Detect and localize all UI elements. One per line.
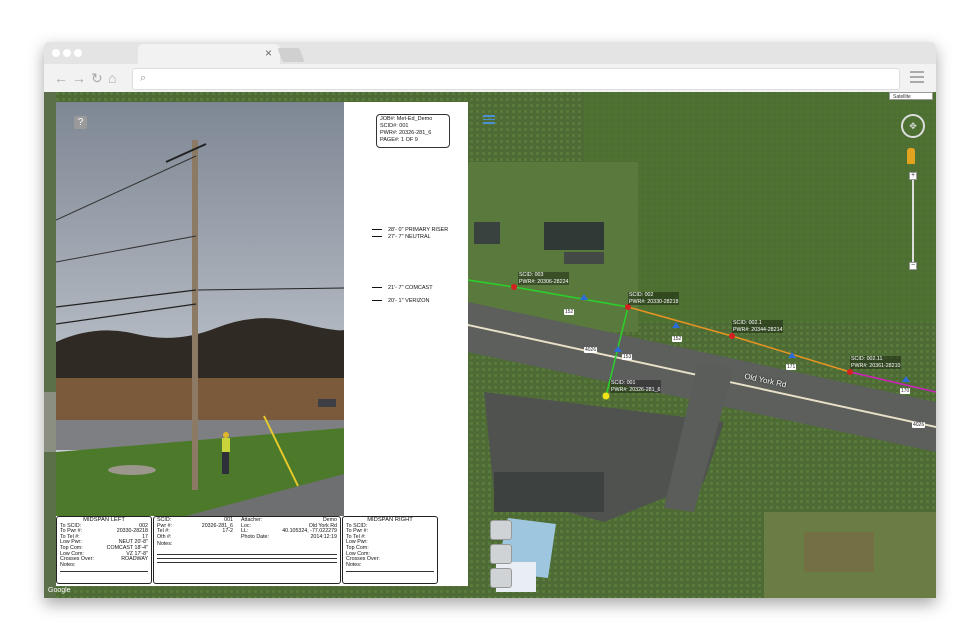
refresh-button[interactable] — [490, 568, 512, 588]
home-icon[interactable]: ⌂ — [108, 70, 116, 86]
map-pole-label[interactable]: SCID: 003 PWR#: 20306-28224 — [518, 272, 570, 285]
locate-button[interactable] — [490, 544, 512, 564]
pole-pwr: PWR#: 20330-28218 — [629, 298, 679, 305]
attachment-label: 27'- 7" NEUTRAL — [372, 234, 431, 240]
tab-bar: × — [44, 42, 936, 64]
google-logo: Google — [48, 587, 71, 594]
route-shield: 4026 — [912, 422, 926, 428]
address-bar[interactable]: ⌕ — [132, 68, 900, 90]
window-minimize-dot[interactable] — [63, 49, 71, 57]
map-pole-label[interactable]: SCID: 002.1 PWR#: 20344-28214 — [732, 320, 784, 333]
midspan-left-box: MIDSPAN LEFT To SCID: 002 To Pwr #: 20330-… — [56, 516, 152, 584]
forward-icon[interactable]: → — [72, 70, 86, 86]
app-viewport: Old York Rd 4026 4026 152 152 171 170 15… — [44, 92, 936, 598]
pole-pwr: PWR#: 20306-28224 — [519, 278, 569, 285]
help-button[interactable]: ? — [74, 116, 87, 129]
attachment-label: 20'- 1" VERIZON — [372, 298, 430, 304]
window-close-dot[interactable] — [52, 49, 60, 57]
pole-detail-panel: ? JOB#: Met-Ed_Demo SCID#: 001 PWR#: 203… — [56, 102, 495, 586]
pole-number-tag: 152 — [564, 309, 575, 315]
pole-photo — [56, 102, 344, 516]
job-page: PAGE#: 1 OF 9 — [380, 137, 418, 143]
job-info-box: JOB#: Met-Ed_Demo SCID#: 001 PWR#: 20326… — [376, 114, 450, 148]
attachment-label: 21'- 7" COMCAST — [372, 285, 433, 291]
tab-close-icon[interactable]: × — [265, 46, 272, 60]
pole-pwr: PWR#: 20361-28210 — [851, 362, 901, 369]
job-number: JOB#: Met-Ed_Demo — [380, 116, 433, 122]
pole-info-box: SCID: 001 Pwr #: 20326-281_6 Tel #: 17-2 Ot… — [153, 516, 341, 584]
reload-icon[interactable]: ↻ — [91, 70, 103, 87]
attachment-label: 28'- 0" PRIMARY RISER — [372, 227, 448, 233]
map-pole-label[interactable]: SCID: 001 PWR#: 20326-281_6 — [610, 380, 662, 393]
pole-pwr: PWR#: 20344-28214 — [733, 326, 783, 333]
zoom-slider-track[interactable] — [912, 180, 914, 262]
pole-pwr: PWR#: 20326-281_6 — [611, 386, 661, 393]
browser-menu-icon[interactable] — [910, 71, 924, 83]
zoom-control: + − — [909, 172, 917, 270]
pole-number-tag: 153 — [622, 354, 633, 360]
panel-menu-icon[interactable] — [483, 115, 495, 124]
pole-number-tag: 170 — [900, 388, 911, 394]
notes-label: Notes: — [157, 541, 173, 548]
zoom-in-button[interactable]: + — [909, 172, 917, 180]
zoom-out-button[interactable]: − — [909, 262, 917, 270]
print-button[interactable] — [490, 520, 512, 540]
window-maximize-dot[interactable] — [74, 49, 82, 57]
map-pole-label[interactable]: SCID: 002.11 PWR#: 20361-28210 — [850, 356, 902, 369]
new-tab-button[interactable] — [277, 48, 305, 62]
job-pwr: PWR#: 20326-281_6 — [380, 130, 432, 136]
browser-tab[interactable]: × — [138, 44, 280, 64]
street-view-pegman-icon[interactable] — [907, 148, 915, 164]
route-shield: 4026 — [584, 347, 598, 353]
pole-number-tag: 171 — [786, 364, 797, 370]
back-icon[interactable]: ← — [54, 70, 68, 86]
midspan-right-box: MIDSPAN RIGHT To SCID: To Pwr #: To Tel … — [342, 516, 438, 584]
browser-window: × ← → ↻ ⌂ ⌕ Old York Rd 4026 4026 152 15… — [44, 42, 936, 598]
pan-control-icon[interactable]: ✥ — [901, 114, 925, 138]
search-icon: ⌕ — [140, 72, 147, 84]
pole-number-tag: 152 — [672, 336, 683, 342]
map-pole-label[interactable]: SCID: 002 PWR#: 20330-28218 — [628, 292, 680, 305]
map-type-select[interactable]: Satellite — [889, 92, 933, 100]
browser-toolbar: ← → ↻ ⌂ ⌕ — [44, 64, 936, 93]
job-scid: SCID#: 001 — [380, 123, 409, 129]
